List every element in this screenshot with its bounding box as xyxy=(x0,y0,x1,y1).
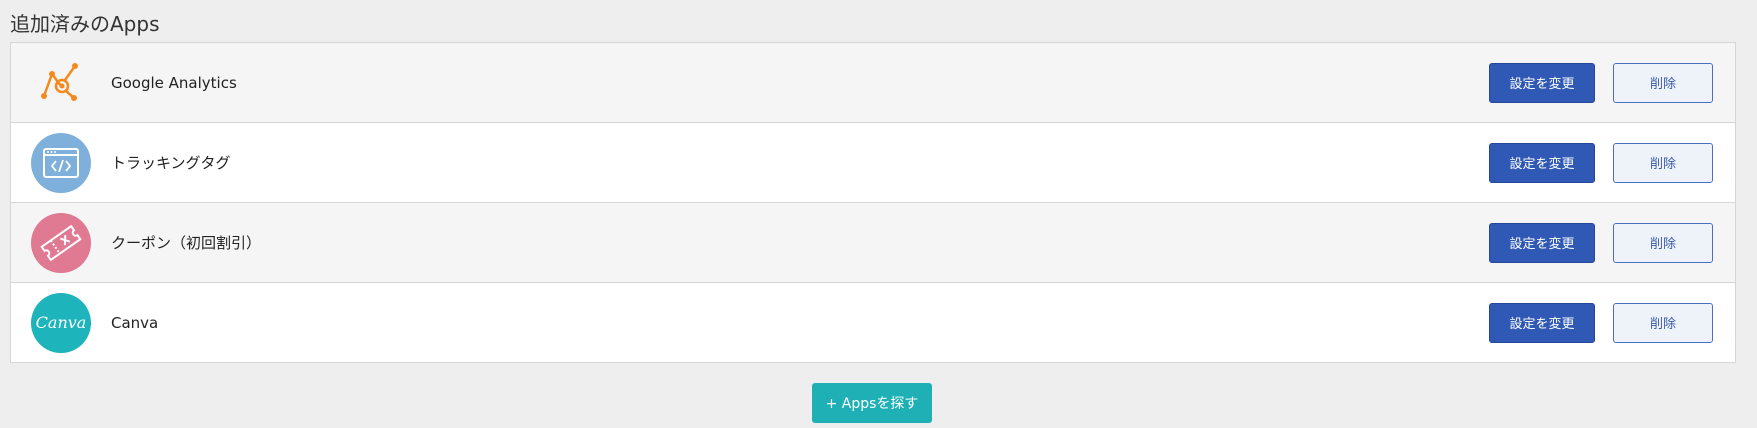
delete-button[interactable]: 削除 xyxy=(1613,222,1713,263)
canva-logo-icon: Canva xyxy=(31,292,91,353)
canva-logo-text: Canva xyxy=(35,313,87,332)
app-name: トラッキングタグ xyxy=(111,154,231,172)
edit-settings-button[interactable]: 設定を変更 xyxy=(1489,62,1595,103)
edit-settings-button[interactable]: 設定を変更 xyxy=(1489,302,1595,343)
app-name: Canva xyxy=(111,313,159,332)
code-window-icon xyxy=(31,132,91,193)
app-row-tracking-tag: トラッキングタグ 設定を変更 削除 xyxy=(11,123,1735,203)
app-row-canva: Canva Canva 設定を変更 削除 xyxy=(11,283,1735,362)
delete-button[interactable]: 削除 xyxy=(1613,302,1713,343)
google-analytics-icon xyxy=(31,53,91,113)
app-list: Google Analytics 設定を変更 削除 トラッキングタグ 設定を変更… xyxy=(10,42,1736,363)
app-row-coupon: クーポン（初回割引） 設定を変更 削除 xyxy=(11,203,1735,283)
coupon-ticket-icon xyxy=(31,212,91,273)
app-row-google-analytics: Google Analytics 設定を変更 削除 xyxy=(11,43,1735,123)
section-title: 追加済みのApps xyxy=(10,12,160,36)
edit-settings-button[interactable]: 設定を変更 xyxy=(1489,222,1595,263)
delete-button[interactable]: 削除 xyxy=(1613,62,1713,103)
edit-settings-button[interactable]: 設定を変更 xyxy=(1489,142,1595,183)
add-apps-button[interactable]: + Appsを探す xyxy=(812,383,932,423)
app-name: クーポン（初回割引） xyxy=(111,234,262,252)
app-name: Google Analytics xyxy=(111,73,237,92)
delete-button[interactable]: 削除 xyxy=(1613,142,1713,183)
